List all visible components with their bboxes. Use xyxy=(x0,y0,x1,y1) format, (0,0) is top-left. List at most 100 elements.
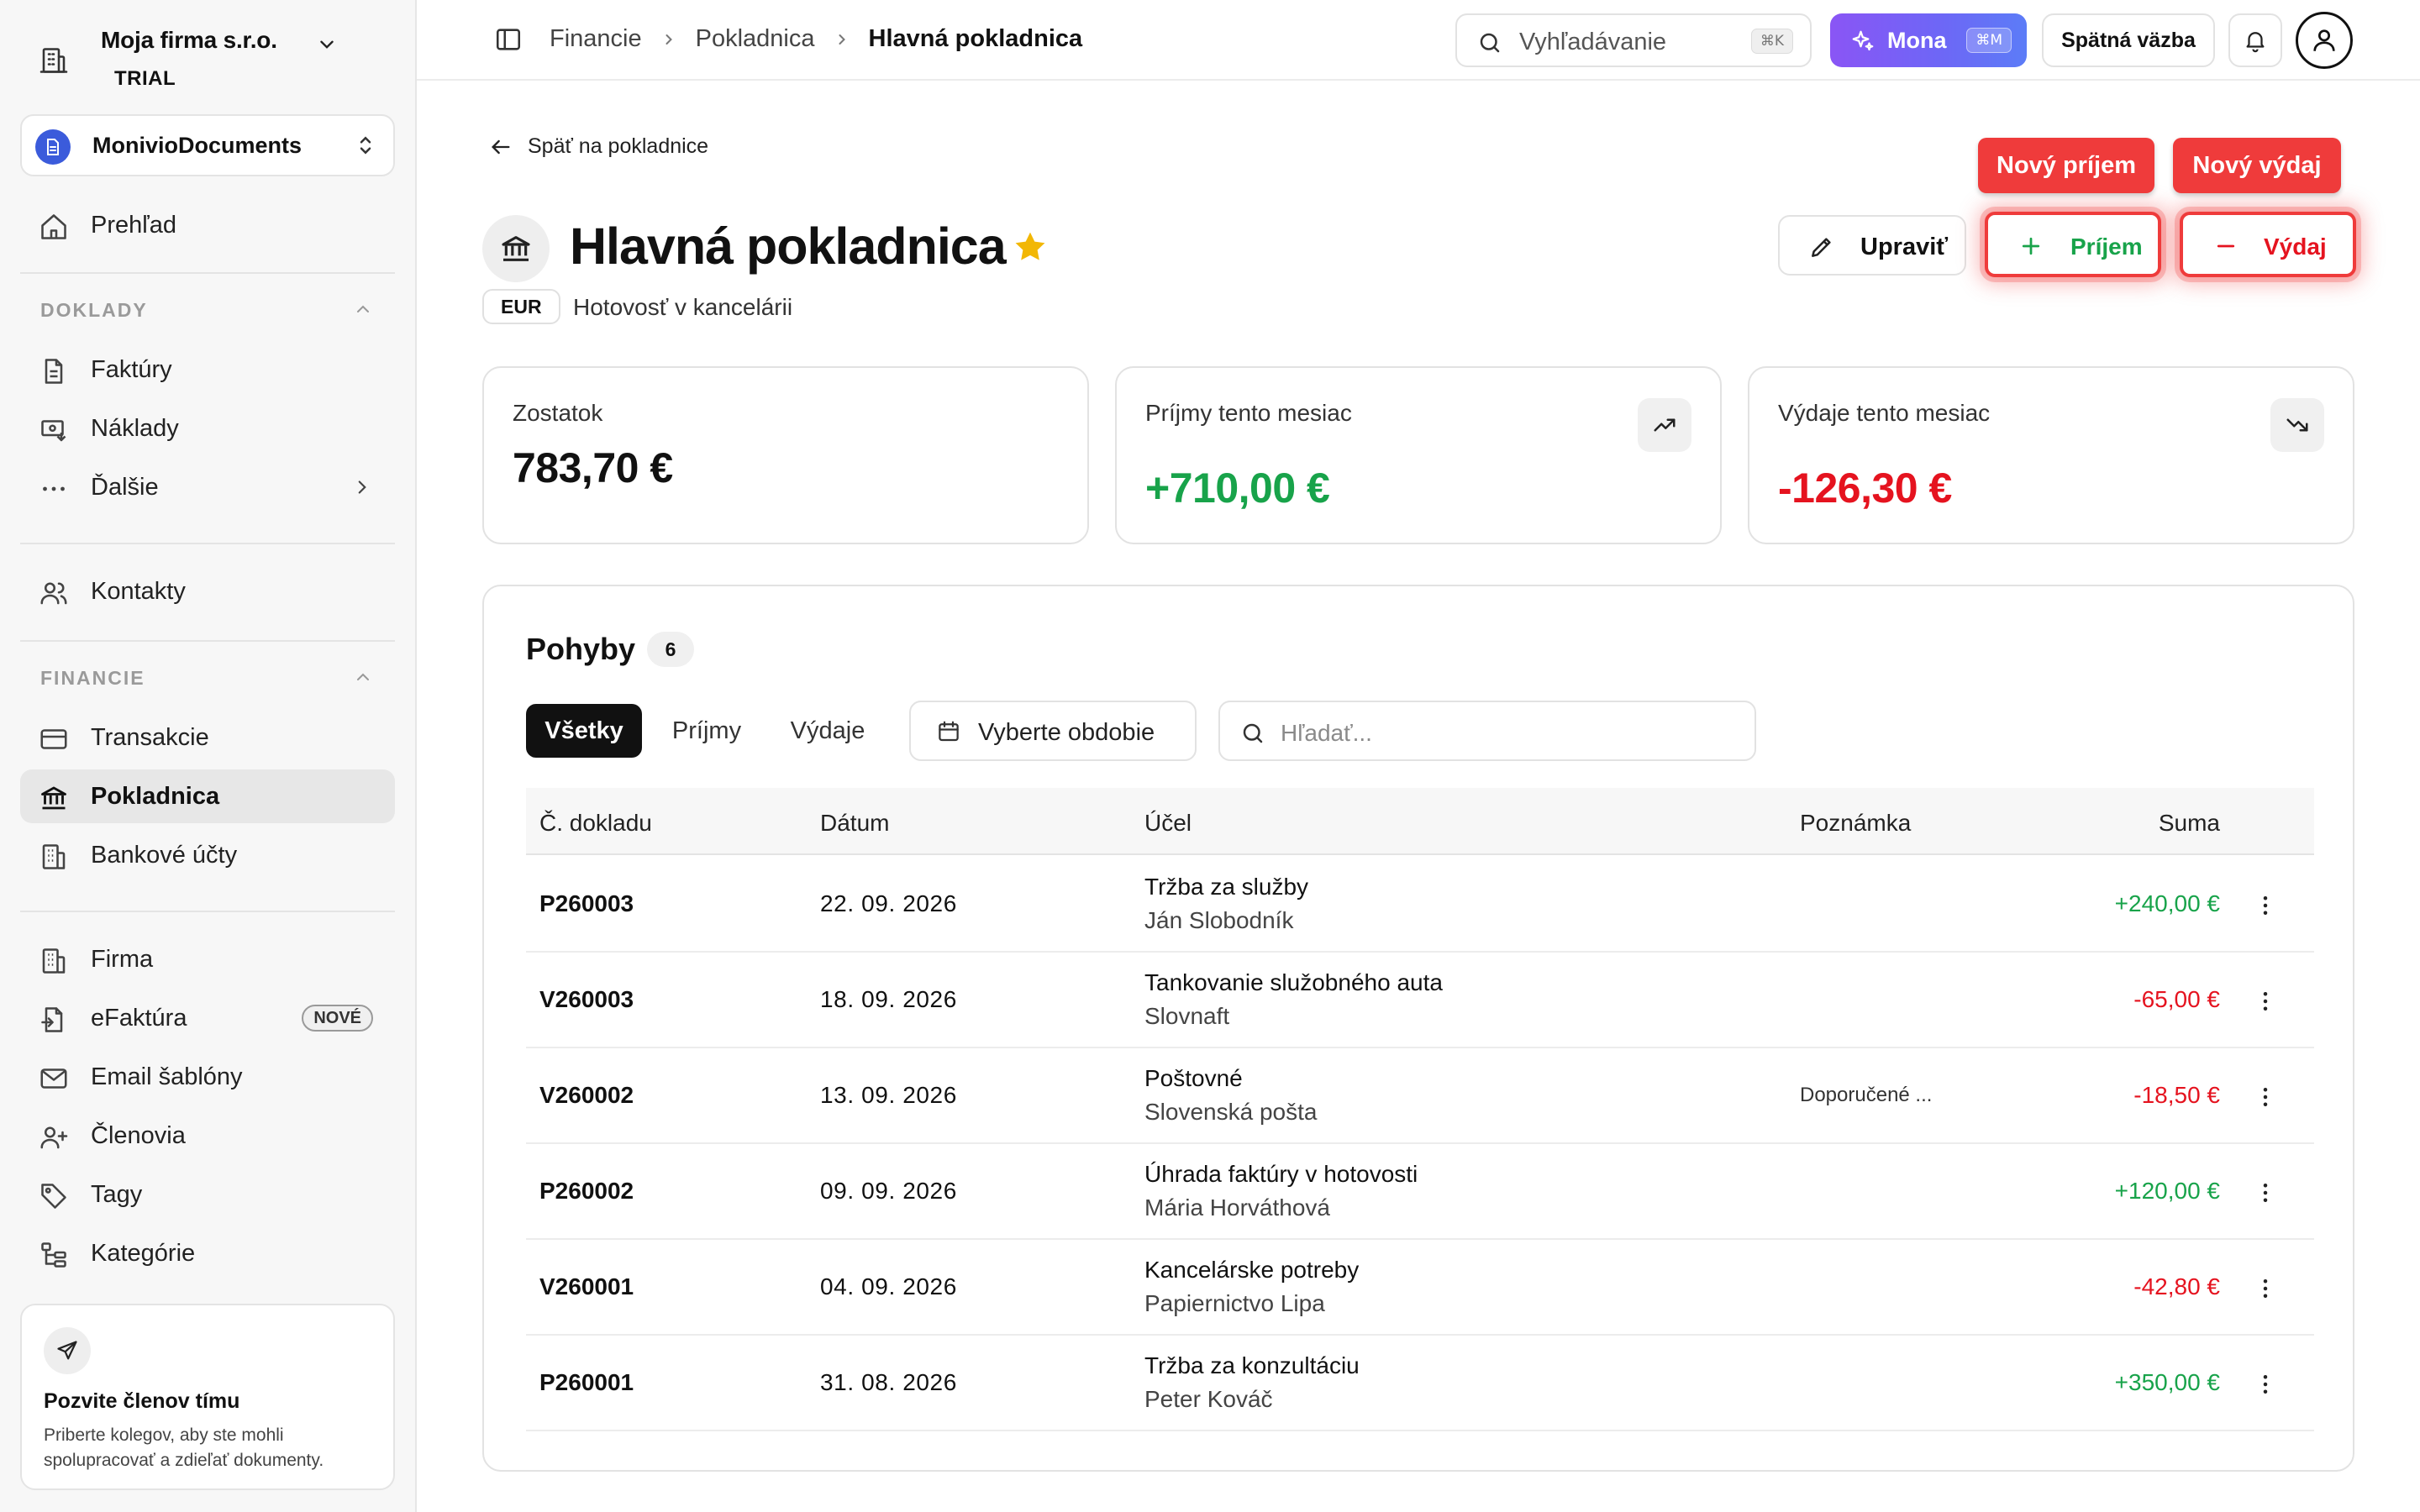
workspace-name: MonivioDocuments xyxy=(92,133,302,158)
back-link[interactable]: Späť na pokladnice xyxy=(489,134,708,159)
tab-income[interactable]: Príjmy xyxy=(650,704,763,758)
users-icon xyxy=(39,578,69,608)
company-switcher[interactable]: Moja firma s.r.o. TRIAL xyxy=(34,22,395,97)
sidebar-item-more[interactable]: Ďalšie xyxy=(20,460,395,514)
edit-button[interactable]: Upraviť xyxy=(1778,215,1966,276)
sidebar-divider xyxy=(20,543,395,544)
sidebar-item-einvoice[interactable]: eFaktúra NOVÉ xyxy=(20,991,395,1045)
sidebar-item-email-templates[interactable]: Email šablóny xyxy=(20,1050,395,1104)
sidebar-item-label: Firma xyxy=(91,945,154,973)
movements-search-input[interactable]: Hľadať... xyxy=(1218,701,1756,761)
chevron-up-icon[interactable] xyxy=(353,667,373,687)
breadcrumb-pokladnica[interactable]: Pokladnica xyxy=(696,25,815,53)
back-label: Späť na pokladnice xyxy=(528,134,709,158)
column-doc-number[interactable]: Č. dokladu xyxy=(539,810,652,837)
sidebar-item-cash-register[interactable]: Pokladnica xyxy=(20,769,395,823)
add-income-label: Príjem xyxy=(2070,234,2143,260)
table-row[interactable]: P260003 22. 09. 2026 Tržba za služby Ján Sl… xyxy=(526,857,2314,953)
receipt-icon xyxy=(39,415,69,445)
sidebar-item-label: Tagy xyxy=(91,1180,143,1208)
column-date[interactable]: Dátum xyxy=(820,810,889,837)
sidebar-item-members[interactable]: Členovia xyxy=(20,1109,395,1163)
search-placeholder: Vyhľadávanie xyxy=(1519,29,1667,55)
column-purpose[interactable]: Účel xyxy=(1144,810,1192,837)
sidebar-item-label: Prehľad xyxy=(91,211,176,239)
row-purpose: Tržba za konzultáciu xyxy=(1144,1352,1360,1378)
tab-expenses[interactable]: Výdaje xyxy=(771,704,884,758)
add-income-button[interactable]: Príjem xyxy=(1985,212,2161,277)
global-search[interactable]: Vyhľadávanie ⌘K xyxy=(1455,13,1812,67)
row-purpose: Kancelárske potreby xyxy=(1144,1257,1360,1283)
table-row[interactable]: V260003 18. 09. 2026 Tankovanie služobného… xyxy=(526,953,2314,1048)
file-import-icon xyxy=(39,1005,69,1035)
notifications-button[interactable] xyxy=(2228,13,2282,67)
sidebar-item-company[interactable]: Firma xyxy=(20,932,395,986)
more-vertical-icon[interactable] xyxy=(2250,890,2281,921)
row-counterparty: Slovnaft xyxy=(1144,1003,1230,1029)
column-note[interactable]: Poznámka xyxy=(1800,810,1911,837)
breadcrumb-financie[interactable]: Financie xyxy=(550,25,642,53)
sidebar-toggle-icon[interactable] xyxy=(494,25,523,54)
more-vertical-icon[interactable] xyxy=(2250,1082,2281,1112)
balance-value: 783,70 € xyxy=(513,444,673,491)
section-label-financie: FINANCIE xyxy=(40,667,145,689)
feedback-button[interactable]: Spätná väzba xyxy=(2042,13,2215,67)
add-expense-button[interactable]: Výdaj xyxy=(2180,212,2356,277)
sidebar-item-bank-accounts[interactable]: Bankové účty xyxy=(20,828,395,882)
currency-badge: EUR xyxy=(482,289,560,324)
pencil-icon xyxy=(1808,234,1835,260)
invite-card[interactable]: Pozvite členov tímu Priberte kolegov, ab… xyxy=(20,1304,395,1490)
bank-icon xyxy=(39,783,69,813)
more-vertical-icon[interactable] xyxy=(2250,1178,2281,1208)
sidebar-item-invoices[interactable]: Faktúry xyxy=(20,343,395,396)
credit-card-icon xyxy=(39,724,69,754)
row-amount: -65,00 € xyxy=(2133,986,2220,1012)
period-picker[interactable]: Vyberte obdobie xyxy=(909,701,1197,761)
more-horizontal-icon xyxy=(39,474,69,504)
sidebar-item-contacts[interactable]: Kontakty xyxy=(20,564,395,618)
column-amount[interactable]: Suma xyxy=(2159,810,2220,837)
sidebar-item-label: Náklady xyxy=(91,414,179,442)
row-purpose: Tankovanie služobného auta xyxy=(1144,969,1443,995)
row-date: 13. 09. 2026 xyxy=(820,1082,957,1108)
bank-icon xyxy=(499,232,533,265)
star-icon[interactable] xyxy=(1012,228,1049,265)
sparkles-icon xyxy=(1850,29,1876,54)
sidebar-divider xyxy=(20,911,395,912)
sidebar-item-tags[interactable]: Tagy xyxy=(20,1168,395,1221)
sidebar-item-costs[interactable]: Náklady xyxy=(20,402,395,455)
movements-title: Pohyby xyxy=(526,632,636,666)
workspace-switcher[interactable]: MonivioDocuments xyxy=(20,114,395,176)
sidebar-item-transactions[interactable]: Transakcie xyxy=(20,711,395,764)
mona-assistant-button[interactable]: Mona ⌘M xyxy=(1830,13,2027,67)
user-avatar[interactable] xyxy=(2296,12,2353,69)
movements-count: 6 xyxy=(647,632,694,667)
row-doc-number: P260002 xyxy=(539,1178,634,1204)
chevron-right-icon xyxy=(351,476,373,498)
sidebar-item-categories[interactable]: Kategórie xyxy=(20,1226,395,1280)
user-plus-icon xyxy=(39,1122,69,1152)
table-row[interactable]: V260002 13. 09. 2026 Poštovné Slovenská poš… xyxy=(526,1048,2314,1144)
row-counterparty: Peter Kováč xyxy=(1144,1386,1273,1412)
sidebar-item-overview[interactable]: Prehľad xyxy=(20,198,395,252)
income-value: +710,00 € xyxy=(1145,465,1330,512)
table-row[interactable]: P260001 31. 08. 2026 Tržba za konzultáciu P… xyxy=(526,1336,2314,1431)
row-amount: -42,80 € xyxy=(2133,1273,2220,1299)
sidebar-item-label: Pokladnica xyxy=(91,782,220,810)
user-icon xyxy=(2310,26,2338,55)
row-amount: -18,50 € xyxy=(2133,1082,2220,1108)
sidebar-item-label: Faktúry xyxy=(91,355,172,383)
arrow-left-icon xyxy=(489,135,513,159)
tab-all[interactable]: Všetky xyxy=(526,704,642,758)
table-row[interactable]: V260001 04. 09. 2026 Kancelárske potreby Pa… xyxy=(526,1240,2314,1336)
row-counterparty: Mária Horváthová xyxy=(1144,1194,1330,1221)
sidebar-item-label: Email šablóny xyxy=(91,1063,243,1090)
add-expense-label: Výdaj xyxy=(2264,234,2327,260)
more-vertical-icon[interactable] xyxy=(2250,1273,2281,1304)
row-date: 22. 09. 2026 xyxy=(820,890,957,916)
more-vertical-icon[interactable] xyxy=(2250,986,2281,1016)
table-row[interactable]: P260002 09. 09. 2026 Úhrada faktúry v hoto… xyxy=(526,1144,2314,1240)
invite-title: Pozvite členov tímu xyxy=(44,1389,240,1413)
more-vertical-icon[interactable] xyxy=(2250,1369,2281,1399)
chevron-up-icon[interactable] xyxy=(353,299,373,319)
